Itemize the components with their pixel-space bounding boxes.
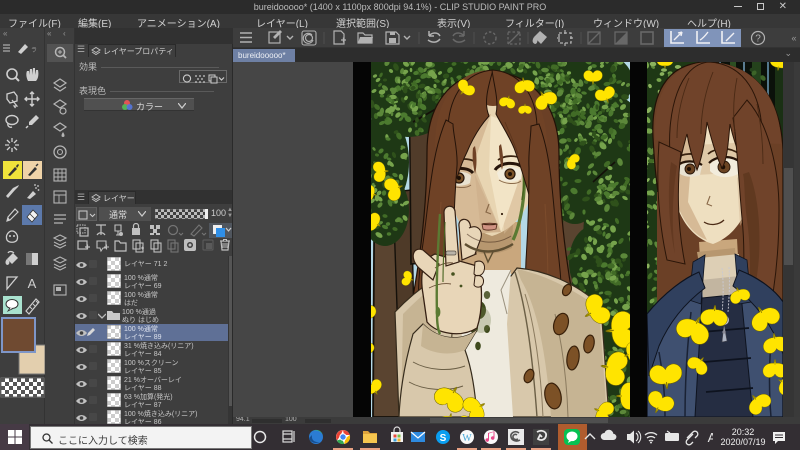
svg-text:A: A	[28, 276, 37, 291]
svg-text:W: W	[462, 433, 472, 444]
svg-text:A: A	[708, 430, 713, 445]
svg-text:S: S	[440, 433, 447, 444]
svg-text:?: ?	[755, 34, 761, 45]
svg-text:ラ: ラ	[31, 47, 37, 54]
svg-text:«: «	[791, 33, 796, 43]
